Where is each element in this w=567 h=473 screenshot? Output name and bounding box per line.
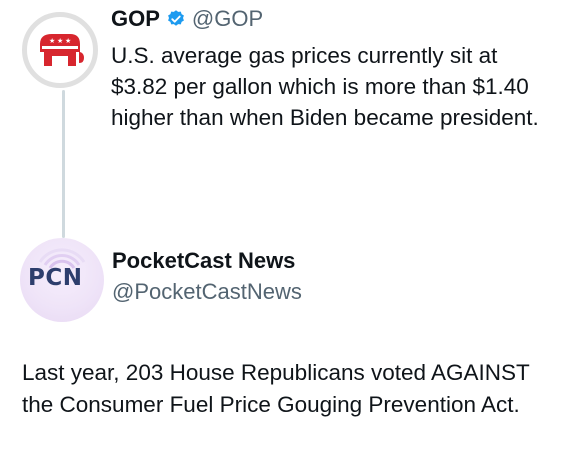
gop-avatar[interactable]: ★ ★ ★: [22, 12, 98, 88]
author-handle[interactable]: @GOP: [192, 6, 263, 32]
pocketcast-avatar[interactable]: PCN: [20, 238, 104, 322]
svg-text:★: ★: [57, 37, 63, 45]
svg-text:★: ★: [49, 37, 55, 45]
reply-author-display-name[interactable]: PocketCast News: [112, 248, 295, 274]
author-display-name[interactable]: GOP: [111, 6, 160, 32]
reply-author-handle[interactable]: @PocketCastNews: [112, 279, 302, 305]
tweet-author-row: GOP @GOP: [111, 6, 263, 32]
avatar-logo-text: PCN: [28, 265, 83, 291]
reply-text: Last year, 203 House Republicans voted A…: [22, 360, 530, 417]
svg-text:★: ★: [65, 37, 71, 45]
tweet-text: U.S. average gas prices currently sit at…: [111, 43, 539, 130]
verified-badge-icon: [166, 9, 186, 29]
republican-elephant-icon: ★ ★ ★: [34, 30, 86, 70]
thread-connector-line: [62, 90, 65, 238]
